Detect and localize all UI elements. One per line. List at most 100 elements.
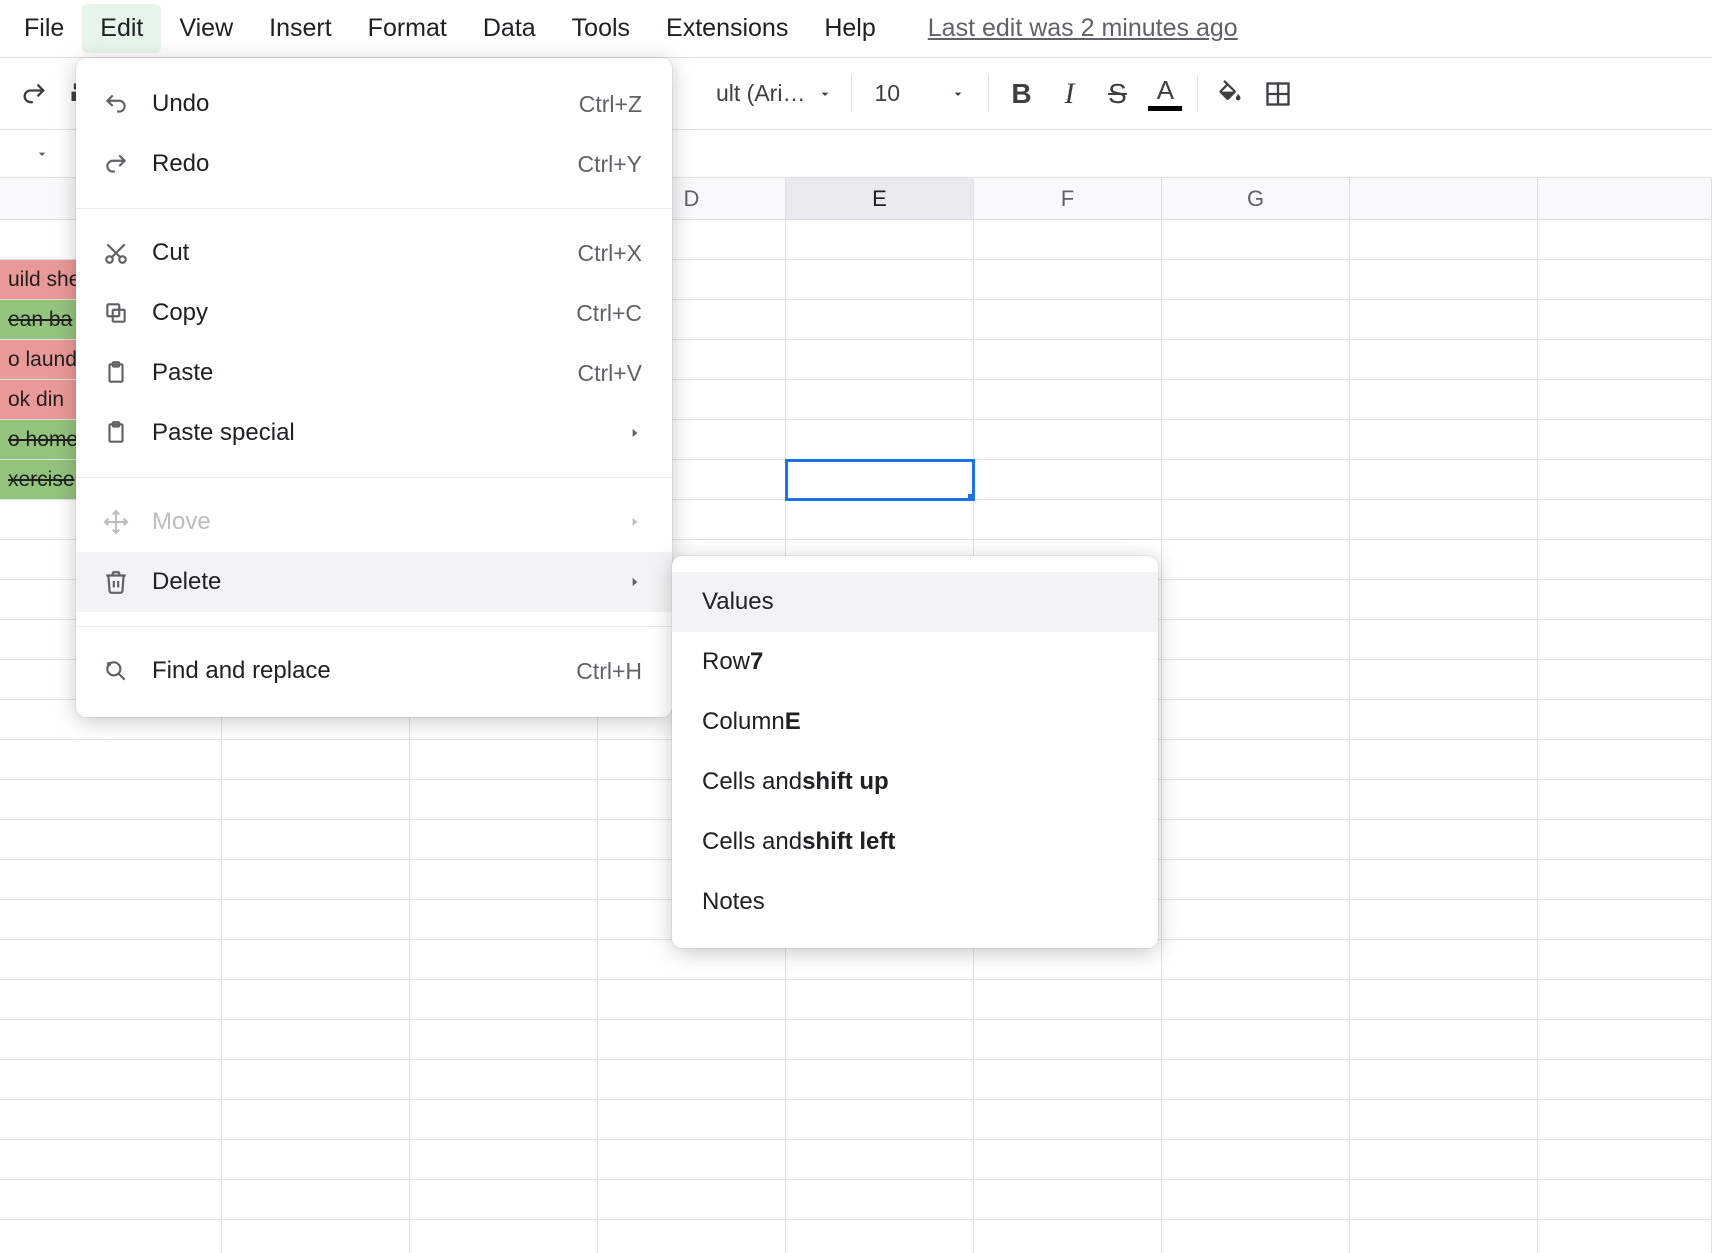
cell-h26[interactable]	[1350, 1220, 1538, 1253]
cell-g19[interactable]	[1162, 940, 1350, 980]
cell-e2[interactable]	[786, 260, 974, 300]
menu-item-delete[interactable]: Delete	[76, 552, 672, 612]
cell-f5[interactable]	[974, 380, 1162, 420]
cell-i8[interactable]	[1538, 500, 1712, 540]
cell-h17[interactable]	[1350, 860, 1538, 900]
cell-g1[interactable]	[1162, 220, 1350, 260]
cell-c18[interactable]	[410, 900, 598, 940]
menu-item-redo[interactable]: RedoCtrl+Y	[76, 134, 672, 194]
cell-g6[interactable]	[1162, 420, 1350, 460]
menu-view[interactable]: View	[161, 4, 251, 53]
cell-g21[interactable]	[1162, 1020, 1350, 1060]
last-edit-link[interactable]: Last edit was 2 minutes ago	[928, 14, 1238, 43]
cell-e4[interactable]	[786, 340, 974, 380]
bold-button[interactable]: B	[997, 70, 1045, 118]
column-header-e[interactable]: E	[786, 178, 974, 220]
menu-insert[interactable]: Insert	[251, 4, 350, 53]
cell-h21[interactable]	[1350, 1020, 1538, 1060]
cell-b26[interactable]	[222, 1220, 410, 1253]
cell-i21[interactable]	[1538, 1020, 1712, 1060]
cell-b16[interactable]	[222, 820, 410, 860]
cell-d24[interactable]	[598, 1140, 786, 1180]
cell-g23[interactable]	[1162, 1100, 1350, 1140]
cell-h3[interactable]	[1350, 300, 1538, 340]
cell-i10[interactable]	[1538, 580, 1712, 620]
menu-tools[interactable]: Tools	[554, 4, 648, 53]
cell-i11[interactable]	[1538, 620, 1712, 660]
cell-g5[interactable]	[1162, 380, 1350, 420]
cell-f22[interactable]	[974, 1060, 1162, 1100]
cell-h13[interactable]	[1350, 700, 1538, 740]
cell-e5[interactable]	[786, 380, 974, 420]
cell-g14[interactable]	[1162, 740, 1350, 780]
cell-g18[interactable]	[1162, 900, 1350, 940]
cell-h15[interactable]	[1350, 780, 1538, 820]
cell-e6[interactable]	[786, 420, 974, 460]
cell-g3[interactable]	[1162, 300, 1350, 340]
cell-d26[interactable]	[598, 1220, 786, 1253]
borders-button[interactable]	[1254, 70, 1302, 118]
cell-h19[interactable]	[1350, 940, 1538, 980]
cell-h7[interactable]	[1350, 460, 1538, 500]
cell-i15[interactable]	[1538, 780, 1712, 820]
cell-b19[interactable]	[222, 940, 410, 980]
cell-c22[interactable]	[410, 1060, 598, 1100]
cell-d22[interactable]	[598, 1060, 786, 1100]
cell-i17[interactable]	[1538, 860, 1712, 900]
cell-h16[interactable]	[1350, 820, 1538, 860]
cell-d23[interactable]	[598, 1100, 786, 1140]
cell-f8[interactable]	[974, 500, 1162, 540]
cell-g16[interactable]	[1162, 820, 1350, 860]
cell-a17[interactable]	[0, 860, 222, 900]
cell-g7[interactable]	[1162, 460, 1350, 500]
cell-i18[interactable]	[1538, 900, 1712, 940]
cell-a14[interactable]	[0, 740, 222, 780]
menu-item-paste[interactable]: PasteCtrl+V	[76, 343, 672, 403]
cell-c19[interactable]	[410, 940, 598, 980]
cell-h8[interactable]	[1350, 500, 1538, 540]
cell-a25[interactable]	[0, 1180, 222, 1220]
menu-file[interactable]: File	[6, 4, 82, 53]
cell-f23[interactable]	[974, 1100, 1162, 1140]
cell-i2[interactable]	[1538, 260, 1712, 300]
cell-i19[interactable]	[1538, 940, 1712, 980]
cell-c16[interactable]	[410, 820, 598, 860]
cell-e24[interactable]	[786, 1140, 974, 1180]
cell-i7[interactable]	[1538, 460, 1712, 500]
column-header-blank[interactable]	[1538, 178, 1712, 220]
submenu-item-column-e[interactable]: Column E	[672, 692, 1158, 752]
column-header-blank[interactable]	[1350, 178, 1538, 220]
cell-d20[interactable]	[598, 980, 786, 1020]
cell-h11[interactable]	[1350, 620, 1538, 660]
cell-i5[interactable]	[1538, 380, 1712, 420]
text-color-button[interactable]: A	[1141, 70, 1189, 118]
submenu-item-cells-and-shift-up[interactable]: Cells and shift up	[672, 752, 1158, 812]
cell-c15[interactable]	[410, 780, 598, 820]
cell-a16[interactable]	[0, 820, 222, 860]
cell-g24[interactable]	[1162, 1140, 1350, 1180]
submenu-item-values[interactable]: Values	[672, 572, 1158, 632]
cell-i23[interactable]	[1538, 1100, 1712, 1140]
cell-h10[interactable]	[1350, 580, 1538, 620]
cell-e22[interactable]	[786, 1060, 974, 1100]
cell-b21[interactable]	[222, 1020, 410, 1060]
menu-edit[interactable]: Edit	[82, 4, 161, 53]
cell-a15[interactable]	[0, 780, 222, 820]
submenu-item-notes[interactable]: Notes	[672, 872, 1158, 932]
cell-f2[interactable]	[974, 260, 1162, 300]
cell-b18[interactable]	[222, 900, 410, 940]
italic-button[interactable]: I	[1045, 70, 1093, 118]
cell-b22[interactable]	[222, 1060, 410, 1100]
cell-g10[interactable]	[1162, 580, 1350, 620]
cell-h20[interactable]	[1350, 980, 1538, 1020]
cell-e20[interactable]	[786, 980, 974, 1020]
column-header-f[interactable]: F	[974, 178, 1162, 220]
cell-e7[interactable]	[786, 460, 974, 500]
cell-b14[interactable]	[222, 740, 410, 780]
menu-item-cut[interactable]: CutCtrl+X	[76, 223, 672, 283]
font-size-dropdown[interactable]: 10	[860, 80, 980, 107]
cell-a21[interactable]	[0, 1020, 222, 1060]
cell-h23[interactable]	[1350, 1100, 1538, 1140]
cell-i24[interactable]	[1538, 1140, 1712, 1180]
cell-a22[interactable]	[0, 1060, 222, 1100]
